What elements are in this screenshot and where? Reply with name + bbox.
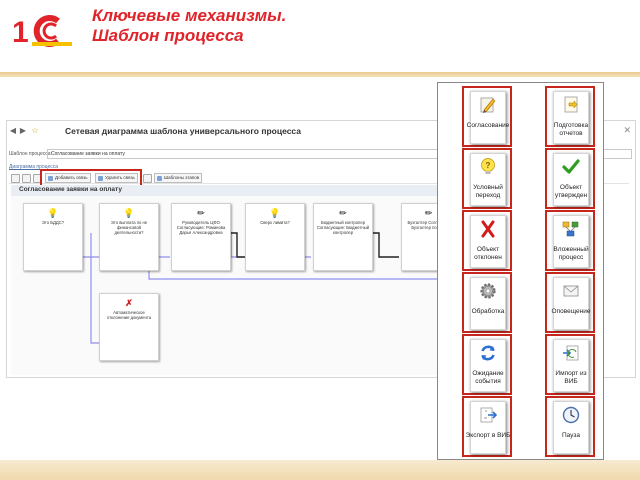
- palette-item-label: Согласование: [466, 122, 510, 129]
- palette-item-label: Подготовка отчетов: [553, 122, 589, 137]
- nested-process-icon: [562, 221, 579, 237]
- process-node[interactable]: ✏ Руководитель ЦФО Согласующие: Романова…: [171, 203, 231, 271]
- palette-card: Объект утвержден: [553, 153, 589, 206]
- cross-icon: ✗: [125, 298, 133, 308]
- palette-item-label: Экспорт в ВИБ: [465, 432, 511, 439]
- pencil-icon: ✏: [424, 208, 433, 218]
- slide-title: Ключевые механизмы. Шаблон процесса: [92, 6, 286, 46]
- palette-item-label: Условный переход: [473, 184, 503, 199]
- stage-palette: Согласование Подготовка отчетов ? Условн…: [437, 82, 604, 460]
- palette-item-label: Пауза: [561, 432, 581, 439]
- palette-item-label: Оповещение: [551, 308, 591, 315]
- palette-item-label: Ожидание события: [472, 370, 504, 385]
- report-icon: [564, 96, 578, 113]
- footer-bar: [0, 460, 640, 480]
- palette-item-export-vib[interactable]: Экспорт в ВИБ: [462, 396, 512, 457]
- palette-item-label: Импорт из ВИБ: [555, 370, 587, 385]
- cross-icon: [481, 220, 495, 238]
- palette-item-nested-process[interactable]: Вложенный процесс: [545, 210, 595, 271]
- palette-item-wait-event[interactable]: Ожидание события: [462, 334, 512, 395]
- palette-item-report-preparation[interactable]: Подготовка отчетов: [545, 86, 595, 147]
- palette-item-label: Объект утвержден: [554, 184, 588, 199]
- node-label: Бухгалтер Согласующие: Бухгалтер по зарп…: [407, 220, 441, 230]
- question-icon: 💡: [269, 208, 281, 218]
- question-icon: ?: [481, 158, 495, 174]
- title-divider: [0, 72, 640, 77]
- svg-text:1: 1: [12, 16, 29, 48]
- process-node[interactable]: 💡 Сверх лимита?: [245, 203, 305, 271]
- palette-item-approval[interactable]: Согласование: [462, 86, 512, 147]
- export-icon: [480, 407, 498, 423]
- connector-line: [90, 233, 99, 344]
- node-label: Автоматическое отклонение документа: [106, 310, 152, 320]
- pencil-icon: ✏: [197, 208, 205, 218]
- palette-item-processing[interactable]: Обработка: [462, 272, 512, 333]
- palette-item-object-rejected[interactable]: Объект отклонен: [462, 210, 512, 271]
- palette-item-label: Обработка: [471, 308, 505, 315]
- palette-card: Оповещение: [552, 277, 590, 330]
- palette-item-conditional-jump[interactable]: ? Условный переход: [462, 148, 512, 209]
- palette-card: Подготовка отчетов: [553, 91, 589, 144]
- palette-card: Импорт из ВИБ: [553, 339, 589, 392]
- node-label: Это выплата по не финансовой деятельност…: [110, 220, 148, 235]
- palette-card: Вложенный процесс: [553, 215, 589, 268]
- palette-card: Обработка: [470, 277, 506, 330]
- palette-card: Экспорт в ВИБ: [466, 401, 510, 454]
- question-icon: 💡: [47, 208, 59, 218]
- process-node[interactable]: ✏ Бухгалтер Согласующие: Бухгалтер по за…: [401, 203, 441, 271]
- refresh-icon: [481, 345, 495, 361]
- palette-item-pause[interactable]: Пауза: [545, 396, 595, 457]
- pencil-icon: [480, 97, 496, 113]
- palette-card: Объект отклонен: [470, 215, 506, 268]
- connector-line: [373, 232, 399, 258]
- palette-item-label: Вложенный процесс: [553, 246, 589, 261]
- import-icon: [563, 345, 579, 361]
- process-node[interactable]: ✏ Бюджетный контролер Согласующие: Бюдже…: [313, 203, 373, 271]
- envelope-icon: [563, 285, 579, 297]
- pencil-icon: ✏: [339, 208, 347, 218]
- palette-item-notification[interactable]: Оповещение: [545, 272, 595, 333]
- palette-card: Ожидание события: [470, 339, 506, 392]
- palette-item-label: Объект отклонен: [474, 246, 502, 261]
- clock-icon: [562, 406, 580, 424]
- palette-card: Согласование: [467, 91, 509, 144]
- checkmark-icon: [562, 159, 580, 174]
- slide-title-line2: Шаблон процесса: [92, 26, 244, 45]
- svg-text:?: ?: [486, 161, 491, 170]
- node-label: Бюджетный контролер Согласующие: Бюджетн…: [316, 220, 370, 235]
- process-node[interactable]: ✗ Автоматическое отклонение документа: [99, 293, 159, 361]
- slide-title-line1: Ключевые механизмы.: [92, 6, 287, 25]
- gear-icon: [480, 283, 496, 299]
- palette-card: Пауза: [553, 401, 589, 454]
- palette-item-object-approved[interactable]: Объект утвержден: [545, 148, 595, 209]
- node-label: Сверх лимита?: [260, 220, 290, 225]
- 1c-logo: 1: [10, 14, 74, 48]
- node-label: Это БДДС?: [41, 220, 65, 225]
- process-node[interactable]: 💡 Это БДДС?: [23, 203, 83, 271]
- process-node[interactable]: 💡 Это выплата по не финансовой деятельно…: [99, 203, 159, 271]
- palette-card: ? Условный переход: [470, 153, 506, 206]
- node-label: Руководитель ЦФО Согласующие: Романова Д…: [176, 220, 226, 235]
- question-icon: 💡: [123, 208, 135, 218]
- palette-item-import-vib[interactable]: Импорт из ВИБ: [545, 334, 595, 395]
